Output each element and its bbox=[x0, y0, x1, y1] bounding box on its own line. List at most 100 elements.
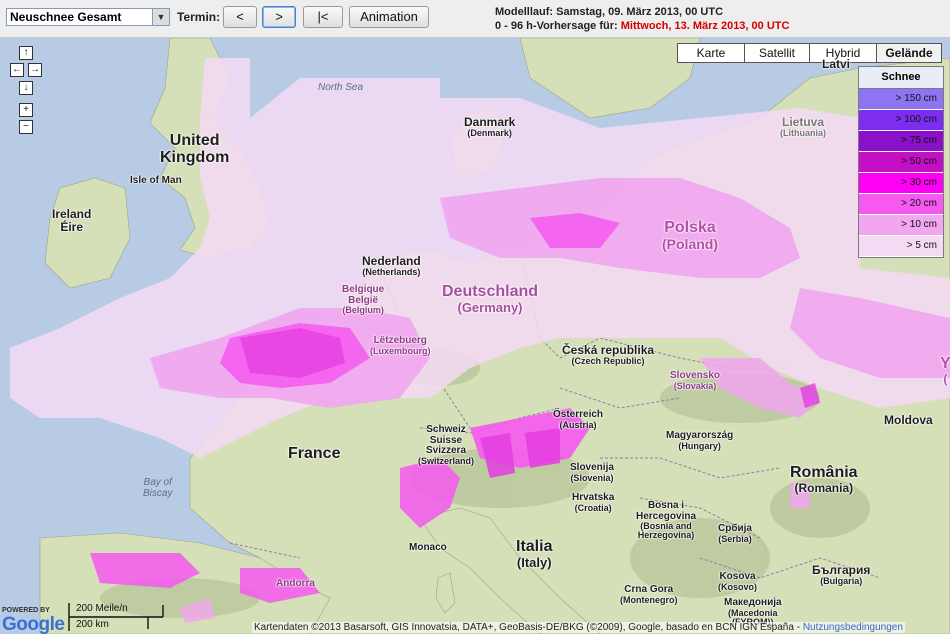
label-moldova: Moldova bbox=[884, 413, 933, 427]
label-bosna: Bosna i Hercegovina (Bosnia and Herzegovina… bbox=[636, 500, 696, 541]
label-nederland-en: (Netherlands) bbox=[362, 266, 421, 277]
forecast-date: Mittwoch, 13. März 2013, 00 UTC bbox=[620, 20, 790, 32]
label-luxembourg-en: (Luxembourg) bbox=[370, 345, 431, 356]
label-ceska: Česká republika (Czech Republic) bbox=[562, 344, 654, 366]
label-osterreich-name: Österreich bbox=[553, 409, 604, 420]
label-denmark-en: (Denmark) bbox=[467, 127, 512, 138]
zoom-out-button[interactable]: − bbox=[19, 120, 33, 134]
label-slovensko-en: (Slovakia) bbox=[673, 380, 717, 391]
label-denmark: Danmark (Denmark) bbox=[464, 116, 515, 138]
label-romania: România (Romania) bbox=[790, 464, 858, 495]
label-nederland-name: Nederland bbox=[362, 254, 421, 268]
label-monaco: Monaco bbox=[409, 542, 447, 553]
map-view[interactable]: ↑ ← → ↓ + − Karte Satellit Hybrid Geländ… bbox=[0, 38, 950, 634]
label-schweiz-en: (Switzerland) bbox=[418, 455, 475, 466]
label-schweiz-it: Svizzera bbox=[425, 445, 467, 456]
label-bulgaria-name: България bbox=[812, 563, 871, 577]
label-slovenija-en: (Slovenia) bbox=[570, 472, 614, 483]
legend-row: > 100 cm bbox=[859, 110, 943, 131]
legend-row: > 30 cm bbox=[859, 173, 943, 194]
label-nederland: Nederland (Netherlands) bbox=[362, 255, 421, 277]
forecast-text: 0 - 96 h-Vorhersage für: Mittwoch, 13. M… bbox=[495, 20, 789, 32]
label-letzebuerg: Lëtzebuerg bbox=[373, 335, 427, 346]
label-polska-name: Polska bbox=[664, 219, 716, 236]
google-logo[interactable]: POWERED BY Google bbox=[2, 607, 65, 634]
label-bosna-4: Herzegovina) bbox=[637, 530, 695, 541]
scale-miles-text: 200 Meile/n bbox=[76, 603, 128, 614]
label-ireland-en: Ireland bbox=[52, 207, 92, 221]
label-slovensko-name: Slovensko bbox=[670, 370, 721, 381]
label-edge-r: ( bbox=[943, 371, 948, 386]
label-deutschland-name: Deutschland bbox=[442, 283, 539, 300]
attribution-body: Kartendaten ©2013 Basarsoft, GIS Innovat… bbox=[254, 622, 803, 633]
forecast-prefix: 0 - 96 h-Vorhersage für: bbox=[495, 20, 621, 32]
label-edge-y: Y( bbox=[940, 355, 950, 386]
label-belgium-en: (Belgium) bbox=[342, 305, 384, 315]
pan-left-button[interactable]: ← bbox=[10, 63, 24, 77]
label-deutschland: Deutschland (Germany) bbox=[442, 283, 539, 315]
label-srbija-name: Србија bbox=[718, 523, 752, 534]
label-bulgaria: България (Bulgaria) bbox=[812, 564, 870, 586]
label-schweiz-de: Schweiz bbox=[426, 424, 466, 435]
scale-km-text: 200 km bbox=[76, 619, 109, 630]
pan-up-button[interactable]: ↑ bbox=[19, 46, 33, 60]
google-wordmark: Google bbox=[2, 614, 65, 634]
label-bay-line2: Biscay bbox=[143, 487, 173, 499]
zoom-in-button[interactable]: + bbox=[19, 103, 33, 117]
label-italia-name: Italia bbox=[516, 538, 553, 555]
chevron-down-icon[interactable]: ▼ bbox=[152, 9, 169, 25]
label-polska: Polska (Poland) bbox=[662, 219, 718, 251]
label-united-kingdom: United Kingdom bbox=[160, 132, 229, 167]
label-belgique: Belgique België (Belgium) bbox=[342, 284, 384, 315]
map-type-gelaende[interactable]: Gelände bbox=[876, 43, 942, 63]
label-latvia: Latvi bbox=[822, 57, 851, 71]
label-deutschland-en: (Germany) bbox=[457, 299, 523, 315]
label-north-sea: North Sea bbox=[318, 82, 364, 93]
label-slovensko: Slovensko (Slovakia) bbox=[670, 370, 721, 391]
termin-label: Termin: bbox=[177, 10, 221, 24]
legend-row: > 10 cm bbox=[859, 215, 943, 236]
label-bosna-1: Bosna i bbox=[647, 500, 685, 511]
label-hrvatska-name: Hrvatska bbox=[572, 492, 615, 503]
label-srbija: Србија (Serbia) bbox=[718, 523, 752, 544]
label-luxembourg: Lëtzebuerg (Luxembourg) bbox=[370, 335, 431, 356]
label-osterreich-en: (Austria) bbox=[559, 419, 597, 430]
label-osterreich: Österreich (Austria) bbox=[553, 409, 604, 430]
map-type-satellit[interactable]: Satellit bbox=[744, 43, 810, 63]
pan-right-button[interactable]: → bbox=[28, 63, 42, 77]
label-hrvatska-en: (Croatia) bbox=[574, 502, 612, 513]
terms-link[interactable]: Nutzungsbedingungen bbox=[803, 622, 903, 633]
label-ceska-en: (Czech Republic) bbox=[571, 355, 645, 366]
previous-button[interactable]: < bbox=[223, 6, 257, 28]
pan-down-button[interactable]: ↓ bbox=[19, 81, 33, 95]
label-ireland: Ireland Éire bbox=[52, 208, 91, 233]
attribution-text: Kartendaten ©2013 Basarsoft, GIS Innovat… bbox=[252, 622, 905, 633]
label-andorra: Andorra bbox=[276, 578, 315, 589]
legend-title: Schnee bbox=[859, 67, 943, 89]
label-srbija-en: (Serbia) bbox=[718, 533, 752, 544]
powered-by-text: POWERED BY bbox=[2, 607, 50, 614]
parameter-select[interactable]: Neuschnee Gesamt ▼ bbox=[6, 8, 170, 26]
label-slovenija: Slovenija (Slovenia) bbox=[570, 462, 614, 483]
legend-row: > 50 cm bbox=[859, 152, 943, 173]
legend-row: > 20 cm bbox=[859, 194, 943, 215]
next-button[interactable]: > bbox=[262, 6, 296, 28]
label-kosovo-name: Kosova bbox=[719, 571, 756, 582]
map-type-karte[interactable]: Karte bbox=[677, 43, 745, 63]
label-lietuva-en: (Lithuania) bbox=[780, 127, 826, 138]
label-kosovo-en: (Kosovo) bbox=[718, 581, 757, 592]
label-italia-en: (Italy) bbox=[516, 554, 552, 570]
label-lietuva-name: Lietuva bbox=[781, 115, 824, 129]
label-romania-en: (Romania) bbox=[794, 480, 854, 495]
label-uk-line1: United bbox=[169, 132, 220, 149]
label-denmark-name: Danmark bbox=[464, 115, 516, 129]
label-crna-gora: Crna Gora (Montenegro) bbox=[620, 584, 678, 605]
label-bay-line1: Bay of bbox=[143, 477, 172, 488]
label-romania-name: România bbox=[790, 464, 858, 481]
label-lietuva: Lietuva (Lithuania) bbox=[780, 116, 826, 138]
first-button[interactable]: |< bbox=[303, 6, 343, 28]
label-edge-y-name: Y bbox=[940, 355, 950, 372]
label-slovenija-name: Slovenija bbox=[570, 462, 614, 473]
label-magyar-en: (Hungary) bbox=[678, 440, 721, 451]
animation-button[interactable]: Animation bbox=[349, 6, 429, 28]
